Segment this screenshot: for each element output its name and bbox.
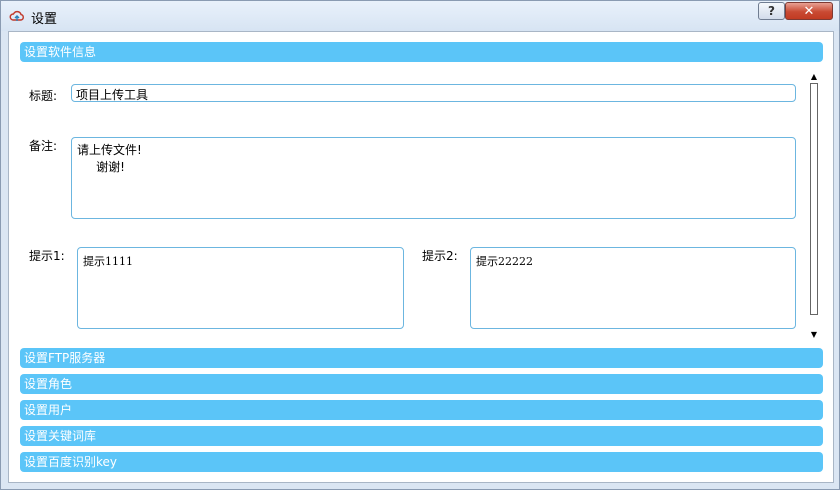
vertical-scrollbar[interactable]: ▲ ▼	[805, 67, 823, 344]
section-header-users[interactable]: 设置用户	[20, 400, 823, 420]
settings-panel: 设置软件信息 标题: 项目上传工具 备注: 请上传文件! 谢谢! 提示1: 提示…	[8, 31, 834, 483]
scrollbar-thumb[interactable]	[810, 83, 818, 315]
hint2-label: 提示2:	[422, 249, 458, 263]
title-input[interactable]: 项目上传工具	[71, 84, 796, 102]
blurred-title-text	[431, 4, 501, 26]
settings-window: 设置 ? ✕ 设置软件信息 标题: 项目上传工具 备注: 请上传文件! 谢谢! …	[0, 0, 840, 490]
scroll-up-icon[interactable]: ▲	[805, 69, 823, 83]
window-title: 设置	[31, 12, 58, 27]
hint1-label: 提示1:	[29, 249, 65, 263]
titlebar: 设置 ? ✕	[1, 1, 839, 31]
section-header-ftp[interactable]: 设置FTP服务器	[20, 348, 823, 368]
hint2-textarea[interactable]: 提示22222	[470, 247, 796, 329]
scroll-down-icon[interactable]: ▼	[805, 327, 823, 341]
remark-label: 备注:	[29, 139, 58, 153]
close-button[interactable]: ✕	[785, 2, 833, 20]
hint1-textarea[interactable]: 提示1111	[77, 247, 404, 329]
section-header-baidu-key[interactable]: 设置百度识别key	[20, 452, 823, 472]
section-header-software-info[interactable]: 设置软件信息	[20, 42, 823, 62]
help-button[interactable]: ?	[758, 2, 785, 20]
section-header-roles[interactable]: 设置角色	[20, 374, 823, 394]
remark-textarea[interactable]: 请上传文件! 谢谢!	[71, 137, 796, 219]
cloud-upload-icon	[9, 10, 24, 21]
section-header-keywords[interactable]: 设置关键词库	[20, 426, 823, 446]
title-label: 标题:	[29, 89, 58, 103]
